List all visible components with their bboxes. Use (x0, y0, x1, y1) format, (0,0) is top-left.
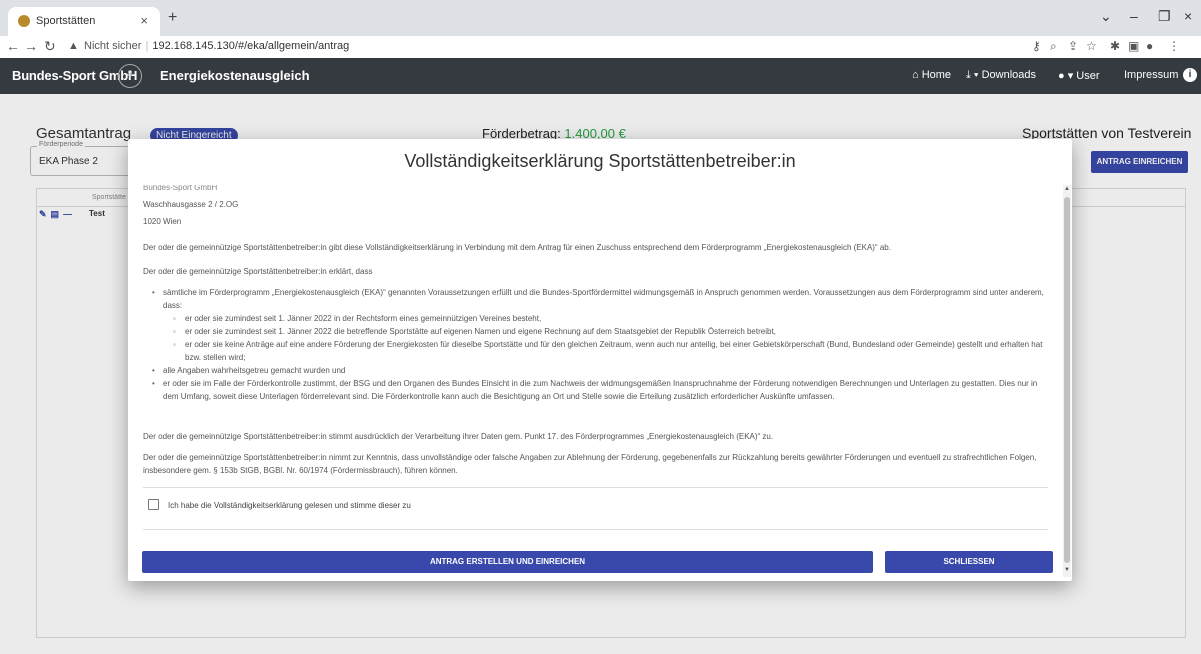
sub-list-item: er oder sie zumindest seit 1. Jänner 202… (163, 312, 1055, 325)
declaration-list: sämtliche im Förderprogramm „Energiekost… (143, 286, 1055, 403)
menu-dots-icon[interactable]: ⋮ (1168, 39, 1180, 53)
bookmark-star-icon[interactable]: ☆ (1086, 39, 1097, 53)
address-street: Waschhausgasse 2 / 2.OG (143, 200, 239, 209)
user-label: User (1076, 70, 1100, 82)
list-item: er oder sie im Falle der Förderkontrolle… (143, 377, 1055, 403)
browser-tab[interactable]: Sportstätten × (8, 7, 160, 36)
divider (143, 487, 1048, 488)
maximize-button[interactable]: ❐ (1158, 8, 1171, 25)
share-icon[interactable]: ⇪ (1068, 39, 1078, 53)
divider (143, 529, 1048, 530)
key-icon[interactable]: ⚷ (1032, 39, 1041, 53)
consent-checkbox-label[interactable]: Ich habe die Vollständigkeitserklärung g… (168, 501, 411, 510)
reload-icon[interactable]: ↻ (44, 38, 56, 55)
modal-title: Vollständigkeitserklärung Sportstättenbe… (404, 151, 796, 171)
browser-tab-bar: Sportstätten × + ⌄ ‒ ❐ × (0, 0, 1201, 36)
list-item-voraussetzungen: sämtliche im Förderprogramm „Energiekost… (163, 288, 1044, 310)
extensions-icon[interactable]: ✱ (1110, 39, 1120, 53)
scroll-up-icon[interactable]: ▲ (1064, 186, 1070, 192)
forward-arrow-icon[interactable]: → (24, 38, 38, 54)
sub-list-item: er oder sie keine Anträge auf eine ander… (163, 338, 1055, 364)
profile-icon[interactable]: ● (1146, 39, 1153, 53)
new-tab-button[interactable]: + (168, 9, 177, 27)
home-icon: ⌂ (912, 69, 922, 81)
sidepanel-icon[interactable]: ▣ (1128, 39, 1139, 53)
list-item: sämtliche im Förderprogramm „Energiekost… (143, 286, 1055, 364)
home-link[interactable]: ⌂ Home (912, 69, 951, 81)
zoom-icon[interactable]: ⌕ (1050, 39, 1057, 54)
close-window-button[interactable]: × (1184, 8, 1192, 24)
paragraph-kenntnis: Der oder die gemeinnützige Sportstättenb… (143, 453, 1037, 475)
address-bar: ← → ↻ ▲ Nicht sicher | 192.168.145.130/#/e… (0, 36, 1201, 58)
antrag-erstellen-einreichen-button[interactable]: ANTRAG ERSTELLEN UND EINREICHEN (142, 551, 873, 573)
paragraph-intro: Der oder die gemeinnützige Sportstättenb… (143, 243, 891, 252)
downloads-label: Downloads (981, 69, 1037, 81)
paragraph-datenverarbeitung: Der oder die gemeinnützige Sportstättenb… (143, 432, 774, 441)
scrollbar-thumb[interactable] (1064, 197, 1070, 563)
back-arrow-icon[interactable]: ← (6, 38, 20, 54)
scroll-down-icon[interactable]: ▼ (1064, 567, 1070, 573)
tab-search-icon[interactable]: ⌄ (1100, 8, 1112, 25)
url-field[interactable]: Nicht sicher | 192.168.145.130/#/eka/allge… (84, 40, 349, 52)
consent-checkbox[interactable] (148, 499, 159, 510)
address-company: Bundes-Sport GmbH (143, 185, 218, 192)
warning-icon[interactable]: ▲ (68, 40, 79, 52)
address-city: 1020 Wien (143, 217, 182, 226)
favicon-icon (18, 15, 30, 27)
url-text: 192.168.145.130/#/eka/allgemein/antrag (152, 40, 350, 52)
modal-body: Bundes-Sport GmbH Waschhausgasse 2 / 2.O… (128, 185, 1063, 577)
downloads-dropdown[interactable]: ⤓ ▾ Downloads (966, 69, 1036, 82)
brand-logo-icon: ⚘ (118, 64, 142, 88)
schliessen-button[interactable]: SCHLIESSEN (885, 551, 1053, 573)
download-icon: ⤓ ▾ (966, 69, 982, 81)
modal-scrollbar[interactable]: ▲ ▼ (1063, 185, 1071, 577)
user-icon: ● ▾ (1058, 70, 1077, 82)
home-label: Home (921, 69, 952, 81)
app-navbar: Bundes-Sport GmbH ⚘ Energiekostenausglei… (0, 58, 1201, 94)
paragraph-erklaert: Der oder die gemeinnützige Sportstättenb… (143, 267, 373, 276)
sub-list-item: er oder sie zumindest seit 1. Jänner 202… (163, 325, 1055, 338)
user-dropdown[interactable]: ● ▾ User (1058, 69, 1100, 82)
tab-title: Sportstätten (36, 15, 96, 27)
list-item: alle Angaben wahrheitsgetreu gemacht wur… (143, 364, 1055, 377)
minimize-button[interactable]: ‒ (1130, 8, 1138, 24)
sub-list: er oder sie zumindest seit 1. Jänner 202… (163, 312, 1055, 364)
tab-close-icon[interactable]: × (140, 13, 148, 28)
info-icon[interactable]: i (1183, 68, 1197, 82)
url-warning-text: Nicht sicher (84, 40, 142, 52)
impressum-link[interactable]: Impressum (1124, 69, 1178, 81)
app-title[interactable]: Energiekostenausgleich (160, 68, 310, 83)
vollstaendigkeit-modal: Vollständigkeitserklärung Sportstättenbe… (128, 139, 1072, 581)
